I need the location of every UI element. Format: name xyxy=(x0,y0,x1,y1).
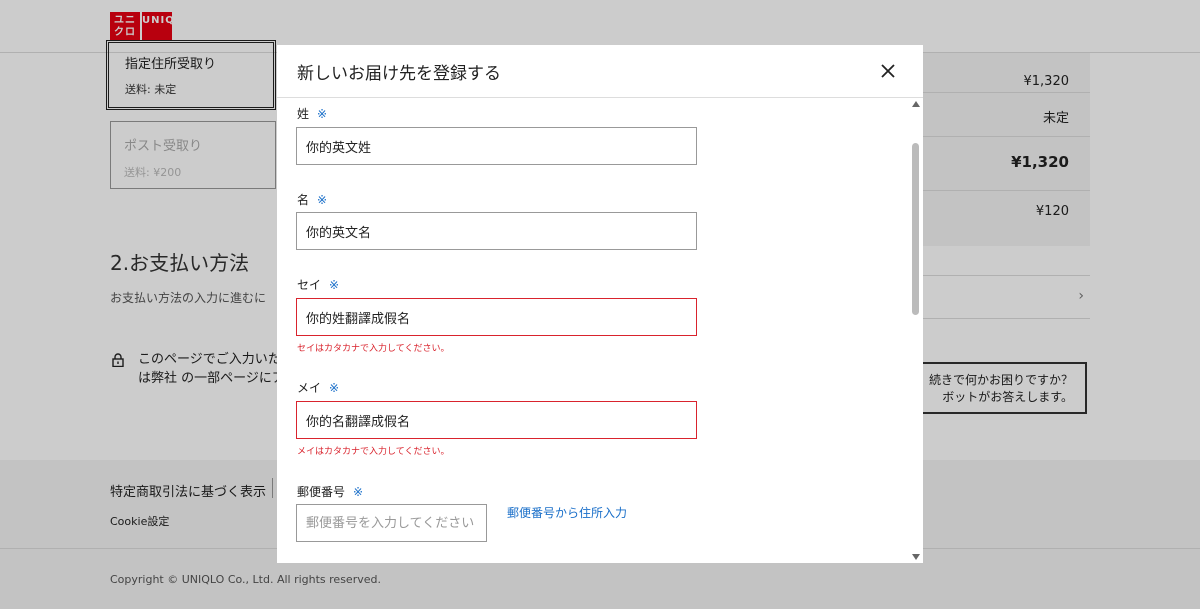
last-name-label: 姓 ※ xyxy=(297,105,327,122)
first-kana-label-text: メイ xyxy=(297,381,322,395)
required-mark: ※ xyxy=(317,193,328,207)
first-kana-error: メイはカタカナで入力してください。 xyxy=(297,447,450,457)
postal-lookup-link[interactable]: 郵便番号から住所入力 xyxy=(507,504,627,521)
last-kana-label-text: セイ xyxy=(297,278,322,292)
first-kana-input[interactable] xyxy=(296,401,697,439)
postal-code-label: 郵便番号 ※ xyxy=(297,483,363,500)
postal-code-input[interactable] xyxy=(296,504,487,542)
modal-title: 新しいお届け先を登録する xyxy=(297,64,501,84)
modal-header: 新しいお届け先を登録する xyxy=(277,45,923,98)
required-mark: ※ xyxy=(317,107,328,121)
last-kana-input[interactable] xyxy=(296,298,697,336)
first-name-label: 名 ※ xyxy=(297,191,327,208)
required-mark: ※ xyxy=(353,485,364,499)
scroll-thumb[interactable] xyxy=(912,143,919,315)
last-kana-error: セイはカタカナで入力してください。 xyxy=(297,344,450,354)
required-mark: ※ xyxy=(329,278,340,292)
last-kana-label: セイ ※ xyxy=(297,276,339,293)
first-kana-label: メイ ※ xyxy=(297,379,339,396)
first-name-label-text: 名 xyxy=(297,193,310,207)
required-mark: ※ xyxy=(329,381,340,395)
address-form: 姓※ 名※ セイ※ セイはカタカナで入力してください。 メイ※ メイはカタカナで… xyxy=(277,98,923,563)
close-icon[interactable] xyxy=(879,62,897,80)
modal-scrollbar[interactable] xyxy=(909,98,923,563)
scroll-down-arrow-icon[interactable] xyxy=(912,554,920,560)
first-name-input[interactable] xyxy=(296,212,697,250)
scroll-up-arrow-icon[interactable] xyxy=(912,101,920,107)
last-name-label-text: 姓 xyxy=(297,107,310,121)
last-name-input[interactable] xyxy=(296,127,697,165)
new-address-modal: 新しいお届け先を登録する 姓※ 名※ セイ※ セイはカタカナで入力してください。… xyxy=(277,45,923,563)
postal-code-label-text: 郵便番号 xyxy=(297,485,346,499)
